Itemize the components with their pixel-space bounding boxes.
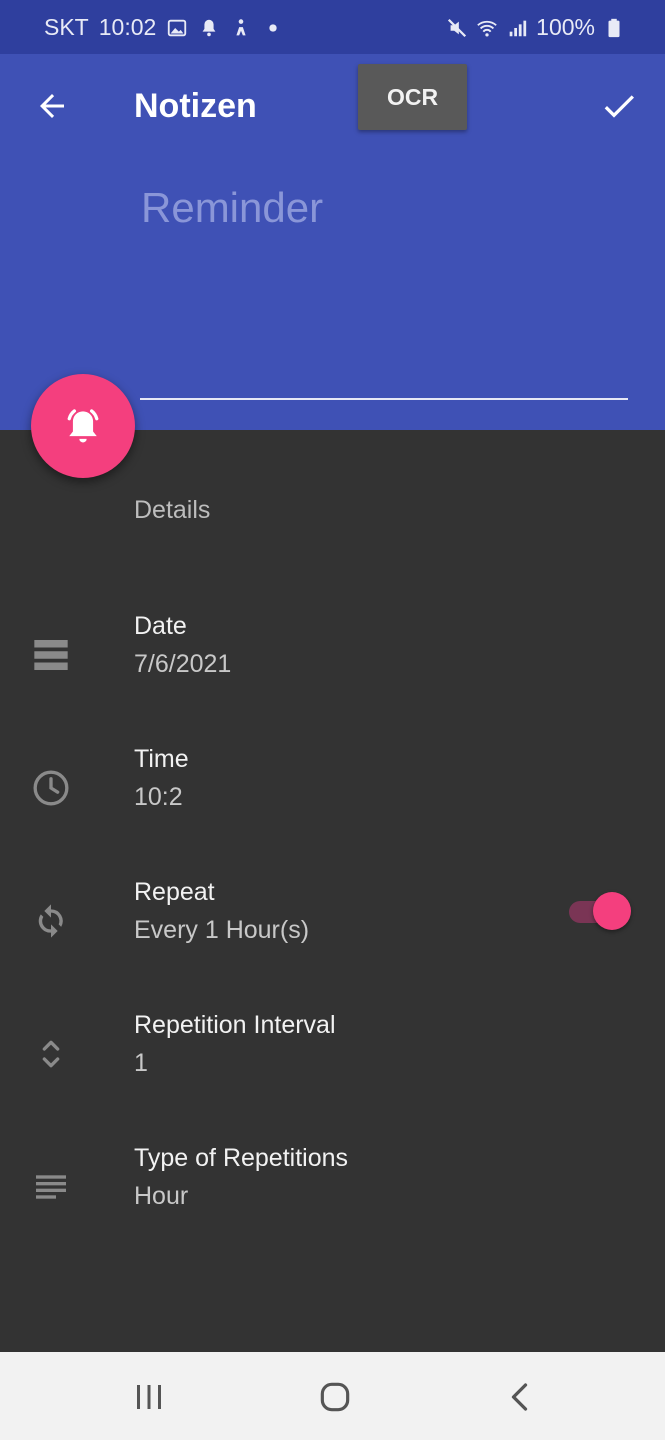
page-title: Notizen <box>134 87 257 125</box>
recents-icon <box>137 1385 161 1409</box>
wifi-icon <box>477 20 497 37</box>
app-header: Notizen OCR Reminder <box>0 54 665 430</box>
alarm-bell-icon <box>67 409 99 443</box>
system-nav-bar <box>0 1352 665 1440</box>
carrier-label: SKT <box>44 14 89 40</box>
repeat-toggle-thumb <box>593 892 631 930</box>
time-row[interactable]: Time 10:2 <box>0 745 665 845</box>
repetition-type-row[interactable]: Type of Repetitions Hour <box>0 1144 665 1244</box>
notification-bell-icon <box>202 19 216 36</box>
repetition-type-label: Type of Repetitions <box>134 1144 349 1172</box>
repeat-icon <box>28 898 74 944</box>
status-bar-right: 100% <box>446 14 625 41</box>
gallery-icon <box>168 19 187 36</box>
repeat-label: Repeat <box>134 878 215 906</box>
back-button[interactable] <box>30 84 74 128</box>
repetition-type-value: Hour <box>134 1182 189 1210</box>
check-icon <box>604 95 634 118</box>
repetition-interval-value: 1 <box>134 1049 148 1077</box>
status-bar-left: SKT 10:02 <box>44 14 284 41</box>
repeat-toggle[interactable] <box>569 892 631 932</box>
mute-icon <box>448 18 467 37</box>
clock-icon <box>28 765 74 811</box>
signal-icon <box>509 20 527 36</box>
status-bar: SKT 10:02 100% <box>0 0 665 54</box>
home-icon <box>320 1382 350 1412</box>
alarm-fab-button[interactable] <box>31 374 135 478</box>
ocr-button[interactable]: OCR <box>358 64 467 130</box>
date-value: 7/6/2021 <box>134 650 232 678</box>
clock-label: 10:02 <box>98 14 157 40</box>
repetition-interval-row[interactable]: Repetition Interval 1 <box>0 1011 665 1111</box>
reminder-title-placeholder: Reminder <box>141 184 324 231</box>
date-label: Date <box>134 612 187 640</box>
nav-back-button[interactable] <box>498 1374 544 1420</box>
save-button[interactable] <box>597 84 641 128</box>
arrow-back-icon <box>40 94 64 118</box>
recents-button[interactable] <box>126 1374 172 1420</box>
list-icon <box>28 1164 74 1210</box>
home-button[interactable] <box>312 1374 358 1420</box>
time-label: Time <box>134 745 189 773</box>
repetition-interval-label: Repetition Interval <box>134 1011 336 1039</box>
repeat-value: Every 1 Hour(s) <box>134 916 310 944</box>
battery-percent: 100% <box>536 14 595 40</box>
repeat-row[interactable]: Repeat Every 1 Hour(s) <box>0 878 665 978</box>
battery-icon <box>608 18 620 37</box>
dot-icon <box>269 23 277 32</box>
calendar-icon <box>28 632 74 678</box>
accessibility-icon <box>236 18 246 35</box>
unfold-icon <box>28 1031 74 1077</box>
time-value: 10:2 <box>134 783 183 811</box>
back-icon <box>511 1383 528 1411</box>
details-section-label: Details <box>134 496 211 524</box>
date-row[interactable]: Date 7/6/2021 <box>0 612 665 712</box>
